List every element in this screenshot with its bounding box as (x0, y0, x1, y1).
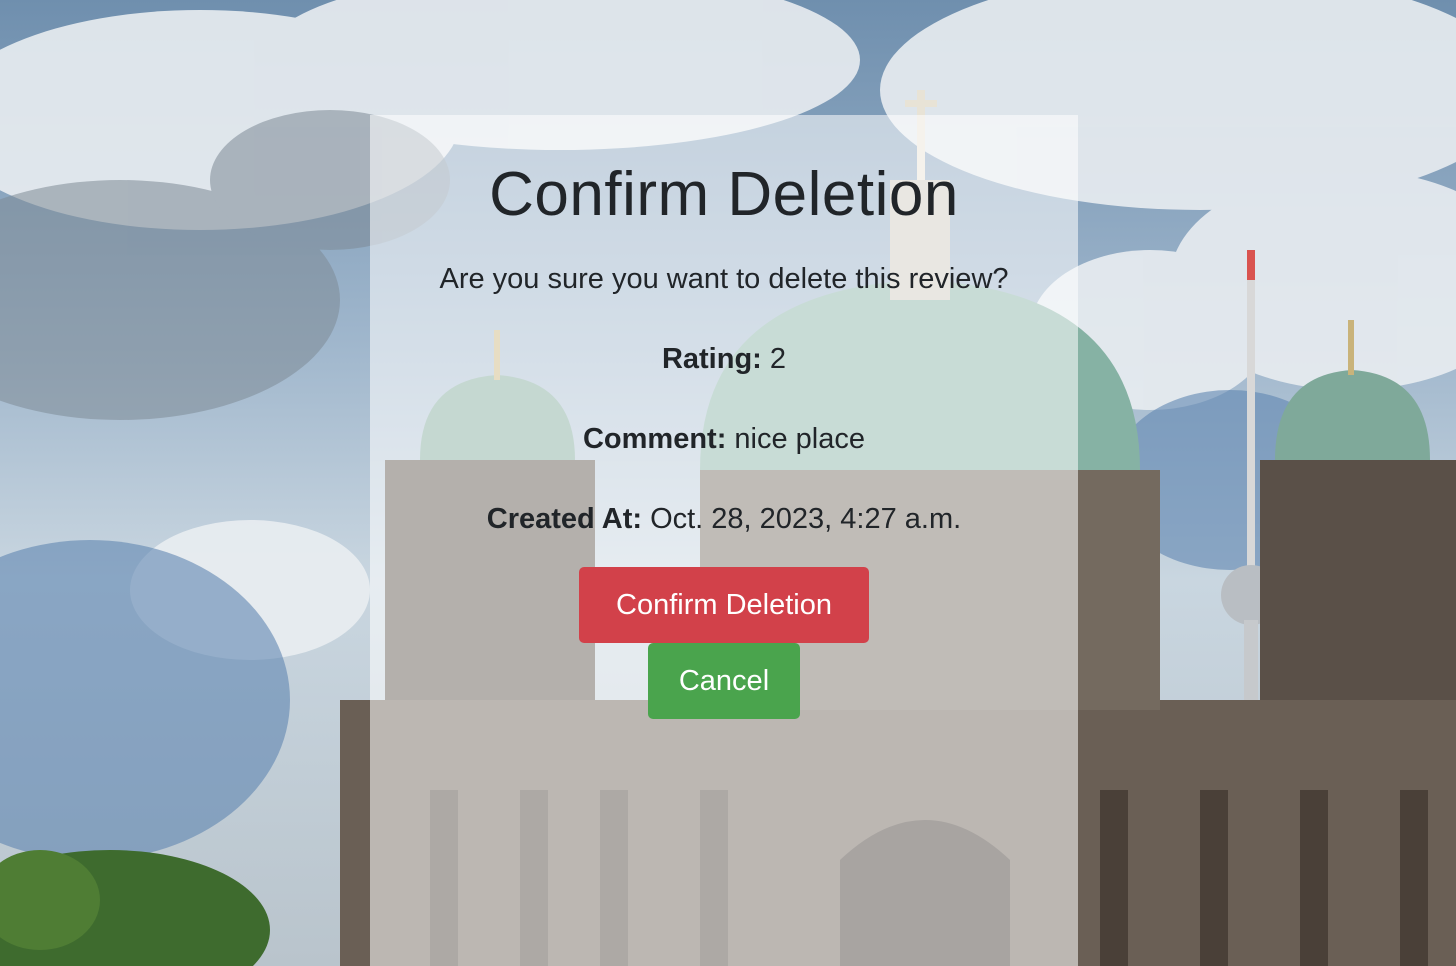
rating-row: Rating: 2 (370, 341, 1078, 377)
confirm-deletion-button[interactable]: Confirm Deletion (579, 567, 869, 643)
comment-label: Comment: (582, 423, 735, 455)
confirm-delete-card: Confirm Deletion Are you sure you want t… (370, 115, 1078, 966)
cancel-button[interactable]: Cancel (648, 643, 800, 719)
created-at-row: Created At: Oct. 28, 2023, 4:27 a.m. (370, 501, 1078, 537)
rating-value: 2 (769, 343, 787, 375)
created-at-value: Oct. 28, 2023, 4:27 a.m. (650, 503, 962, 535)
comment-row: Comment: nice place (370, 421, 1078, 457)
confirmation-question: Are you sure you want to delete this rev… (439, 263, 1009, 295)
comment-value: nice place (734, 423, 866, 455)
rating-label: Rating: (661, 343, 770, 375)
created-at-label: Created At: (486, 503, 651, 535)
page-title: Confirm Deletion (489, 160, 959, 229)
